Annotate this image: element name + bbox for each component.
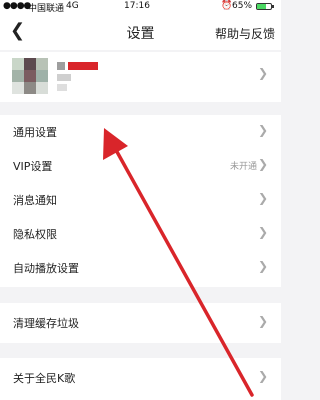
- annotation-arrow: [103, 128, 254, 397]
